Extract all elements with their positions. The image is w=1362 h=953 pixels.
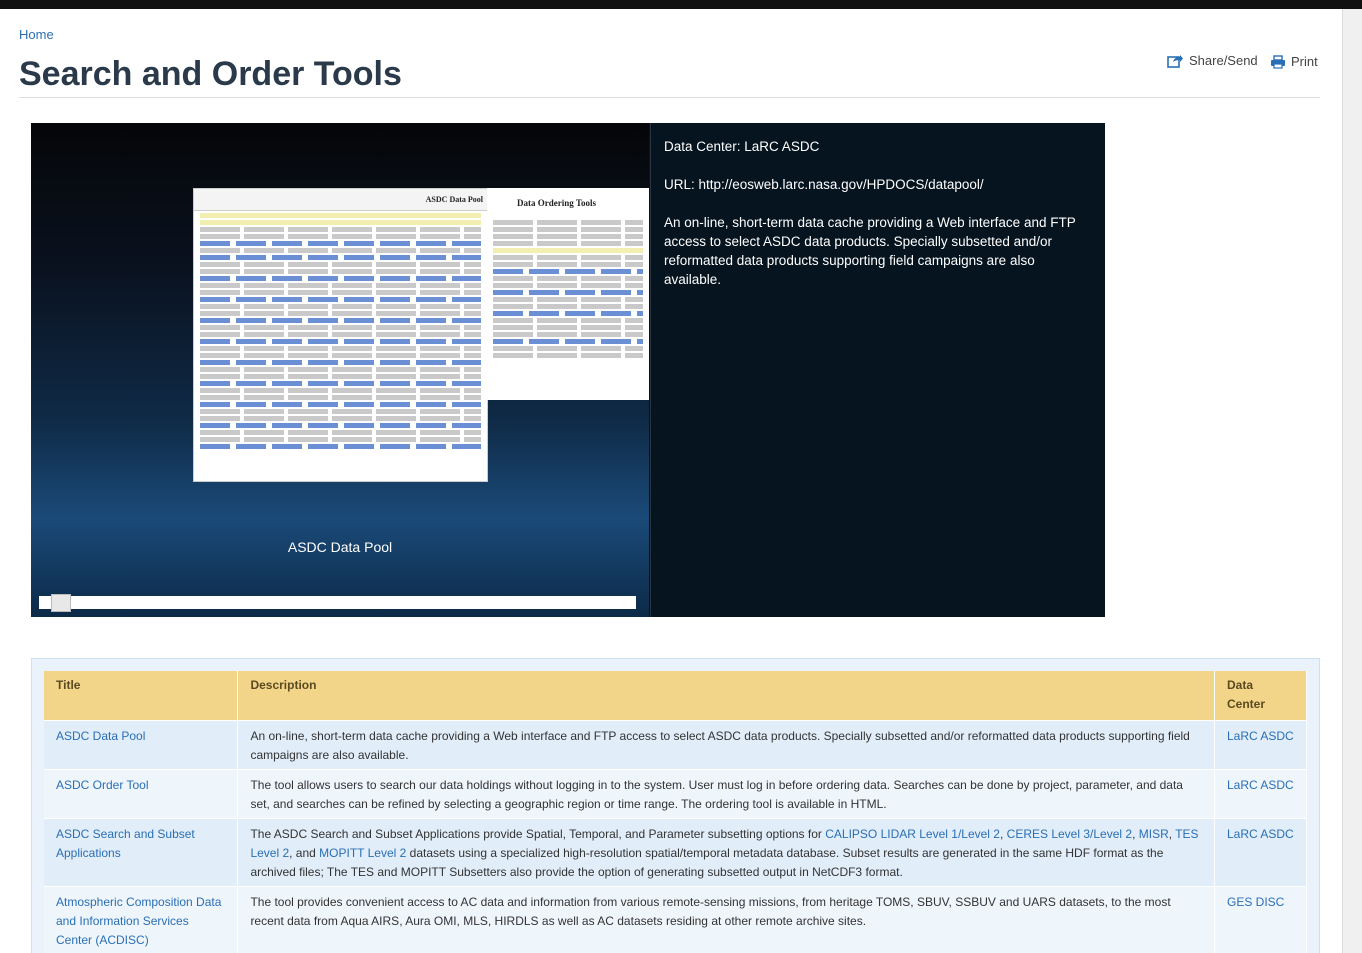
- tool-title-link[interactable]: ASDC Search and Subset Applications: [56, 827, 195, 860]
- description-text: The ASDC Search and Subset Applications …: [250, 827, 826, 841]
- printer-icon: [1271, 54, 1285, 69]
- tool-title-cell: ASDC Data Pool: [44, 720, 239, 770]
- slide-description: An on-line, short-term data cache provid…: [664, 215, 1076, 287]
- column-header-data-center: Data Center: [1214, 671, 1307, 721]
- screenshot-title: ASDC Data Pool: [194, 189, 487, 211]
- page-title: Search and Order Tools: [19, 55, 402, 93]
- browser-top-edge: [0, 0, 1362, 9]
- page-scrollbar[interactable]: [1342, 9, 1362, 953]
- description-text: The tool allows users to search our data…: [250, 778, 1183, 811]
- slide-screenshot-ordering: Data Ordering Tools: [487, 188, 649, 400]
- data-center-cell: GES DISC: [1214, 886, 1307, 953]
- tools-table-body: ASDC Data Pool An on-line, short-term dat…: [44, 720, 1307, 953]
- data-center-link[interactable]: GES DISC: [1227, 895, 1284, 909]
- data-center-link[interactable]: LaRC ASDC: [1227, 827, 1294, 841]
- title-divider: [19, 97, 1320, 98]
- column-header-title: Title: [44, 671, 239, 721]
- description-text: ,: [999, 827, 1007, 841]
- print-button[interactable]: Print: [1270, 54, 1318, 69]
- description-link[interactable]: MOPITT Level 2: [319, 846, 406, 860]
- tool-title-cell: ASDC Search and Subset Applications: [44, 818, 239, 887]
- table-header-row: Title Description Data Center: [44, 671, 1307, 721]
- table-row: Atmospheric Composition Data and Informa…: [44, 886, 1307, 953]
- share-icon: [1167, 54, 1183, 68]
- tools-table: Title Description Data Center ASDC Data …: [44, 671, 1307, 953]
- slide-url: URL: http://eosweb.larc.nasa.gov/HPDOCS/…: [664, 177, 984, 192]
- column-header-description: Description: [237, 671, 1215, 721]
- data-center-link[interactable]: LaRC ASDC: [1227, 729, 1294, 743]
- tool-title-link[interactable]: ASDC Order Tool: [56, 778, 148, 792]
- slide-data-center: Data Center: LaRC ASDC: [664, 139, 820, 154]
- tool-title-cell: Atmospheric Composition Data and Informa…: [44, 886, 239, 953]
- description-text: ,: [1132, 827, 1139, 841]
- description-link[interactable]: MISR: [1139, 827, 1169, 841]
- slide-caption: ASDC Data Pool: [287, 539, 393, 555]
- tool-description-cell: The ASDC Search and Subset Applications …: [237, 818, 1215, 887]
- description-link[interactable]: CERES Level 3/Level 2: [1007, 827, 1132, 841]
- slide-screenshot-datapool: ASDC Data Pool: [193, 188, 488, 482]
- description-link[interactable]: CALIPSO LIDAR Level 1/Level 2: [825, 827, 1000, 841]
- tool-title-link[interactable]: Atmospheric Composition Data and Informa…: [56, 895, 221, 947]
- tool-title-link[interactable]: ASDC Data Pool: [56, 729, 145, 743]
- share-send-button[interactable]: Share/Send: [1167, 53, 1258, 68]
- tool-title-cell: ASDC Order Tool: [44, 769, 239, 819]
- table-row: ASDC Order Tool The tool allows users to …: [44, 769, 1307, 819]
- table-row: ASDC Search and Subset Applications The A…: [44, 818, 1307, 887]
- description-text: , and: [289, 846, 320, 860]
- slider-progress-handle[interactable]: [50, 594, 71, 612]
- screenshot-title: Data Ordering Tools: [487, 188, 649, 218]
- data-center-cell: LaRC ASDC: [1214, 769, 1307, 819]
- table-row: ASDC Data Pool An on-line, short-term dat…: [44, 720, 1307, 770]
- slider-progress-track[interactable]: [39, 596, 636, 609]
- share-send-label: Share/Send: [1189, 53, 1258, 68]
- description-text: The tool provides convenient access to A…: [250, 895, 1171, 928]
- slide-image[interactable]: ASDC Data Pool Data Ordering Tools ASDC …: [31, 123, 649, 617]
- page-content: Home Search and Order Tools Share/Send P…: [0, 9, 1342, 953]
- slide-info-panel: Data Center: LaRC ASDC URL: http://eoswe…: [650, 123, 1105, 617]
- description-text: An on-line, short-term data cache provid…: [250, 729, 1190, 762]
- featured-tools-slider: ASDC Data Pool Data Ordering Tools ASDC …: [31, 123, 1105, 617]
- tool-description-cell: The tool allows users to search our data…: [237, 769, 1215, 819]
- data-center-cell: LaRC ASDC: [1214, 720, 1307, 770]
- tool-description-cell: An on-line, short-term data cache provid…: [237, 720, 1215, 770]
- tools-table-panel: Title Description Data Center ASDC Data …: [31, 658, 1320, 953]
- data-center-cell: LaRC ASDC: [1214, 818, 1307, 887]
- data-center-link[interactable]: LaRC ASDC: [1227, 778, 1294, 792]
- breadcrumb-home-link[interactable]: Home: [19, 27, 54, 42]
- print-label: Print: [1291, 54, 1318, 69]
- tool-description-cell: The tool provides convenient access to A…: [237, 886, 1215, 953]
